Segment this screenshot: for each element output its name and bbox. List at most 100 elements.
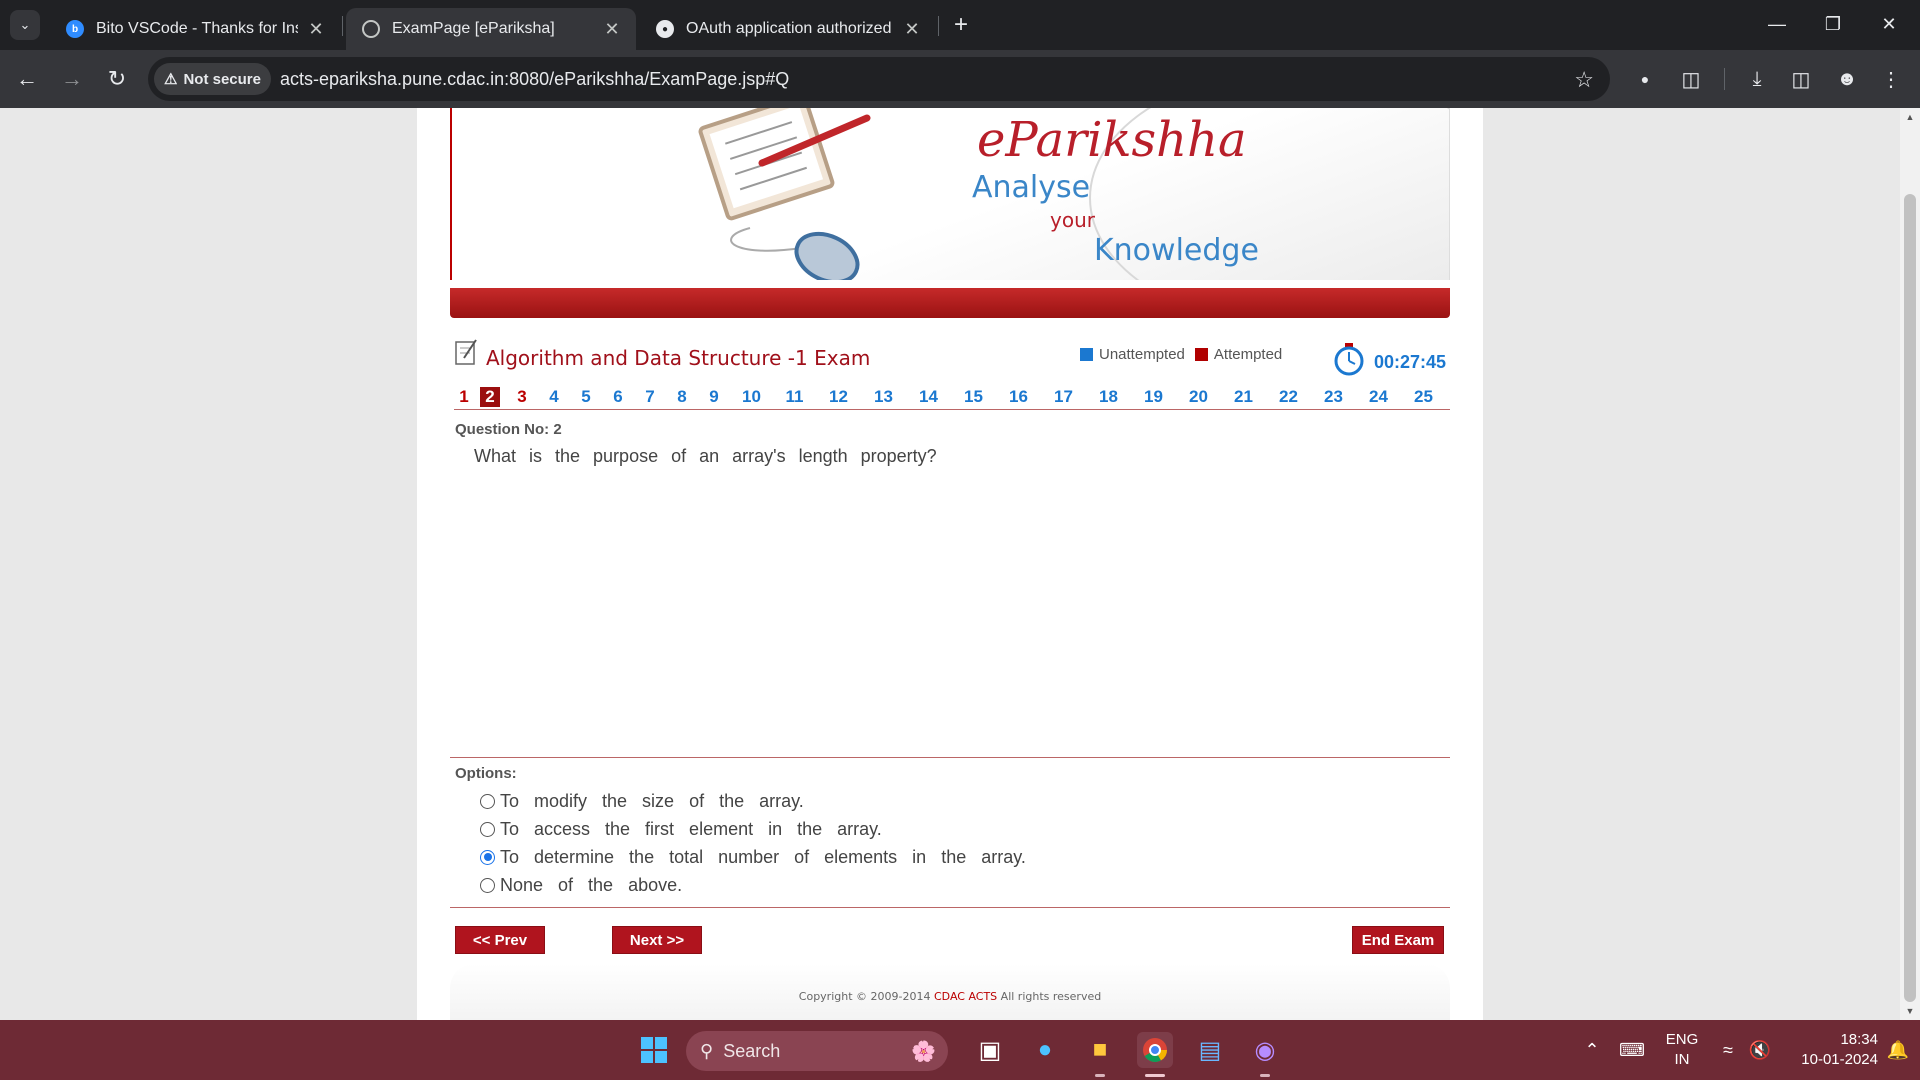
address-bar[interactable]: ⚠ Not secure acts-epariksha.pune.cdac.in…	[148, 57, 1610, 101]
question-link-3[interactable]: 3	[517, 387, 526, 407]
end-exam-button[interactable]: End Exam	[1352, 926, 1444, 954]
scroll-down-arrow-icon[interactable]: ▼	[1900, 1002, 1920, 1020]
question-link-19[interactable]: 19	[1144, 387, 1163, 407]
question-link-17[interactable]: 17	[1054, 387, 1073, 407]
windows-start-icon[interactable]	[636, 1032, 672, 1068]
clock-time: 18:34	[1840, 1031, 1878, 1048]
back-arrow-icon[interactable]: ←	[10, 62, 44, 96]
incognito-extension-icon[interactable]: ●	[1630, 64, 1660, 94]
keyboard-icon[interactable]: ⌨	[1614, 1032, 1650, 1068]
question-link-2[interactable]: 2	[480, 386, 500, 407]
question-link-13[interactable]: 13	[874, 387, 893, 407]
side-panel-icon[interactable]: ◫	[1786, 64, 1816, 94]
restore-icon[interactable]: ❐	[1805, 0, 1861, 48]
question-link-slot: 8	[666, 387, 698, 407]
question-link-24[interactable]: 24	[1369, 387, 1388, 407]
tab-separator	[342, 16, 343, 36]
option-radio[interactable]	[480, 877, 495, 893]
banner-red-strip	[450, 288, 1450, 318]
option-radio[interactable]	[480, 821, 495, 837]
question-link-16[interactable]: 16	[1009, 387, 1028, 407]
minimize-icon[interactable]: —	[1749, 0, 1805, 48]
exam-header: Algorithm and Data Structure -1 Exam Una…	[454, 336, 1450, 376]
running-indicator	[1260, 1074, 1270, 1077]
reload-icon[interactable]: ↻	[100, 62, 134, 96]
question-link-slot: 14	[906, 387, 951, 407]
option-radio[interactable]	[480, 793, 495, 809]
github-desktop-icon[interactable]: ◉	[1247, 1032, 1283, 1068]
taskbar-search-box[interactable]: ⚲ Search 🌸	[686, 1031, 948, 1071]
show-hidden-icons-chevron-icon[interactable]: ⌃	[1574, 1032, 1610, 1068]
stopwatch-icon	[1334, 343, 1364, 376]
options-divider	[450, 907, 1450, 908]
question-link-slot: 7	[634, 387, 666, 407]
option-radio[interactable]	[480, 849, 495, 865]
task-view-icon[interactable]: ▣	[972, 1032, 1008, 1068]
question-link-22[interactable]: 22	[1279, 387, 1298, 407]
page-scrollbar[interactable]: ▲ ▼	[1900, 108, 1920, 1020]
edge-browser-icon[interactable]: ●	[1027, 1032, 1063, 1068]
tab-oauth[interactable]: ● OAuth application authorized ✕	[640, 8, 936, 50]
question-link-11[interactable]: 11	[786, 387, 804, 407]
extensions-puzzle-icon[interactable]: ◫	[1676, 64, 1706, 94]
option-row[interactable]: None of the above.	[480, 871, 1026, 899]
scroll-up-arrow-icon[interactable]: ▲	[1900, 108, 1920, 126]
question-link-4[interactable]: 4	[549, 387, 558, 407]
question-link-15[interactable]: 15	[964, 387, 983, 407]
scroll-thumb[interactable]	[1904, 194, 1916, 1002]
question-link-9[interactable]: 9	[709, 387, 718, 407]
question-link-1[interactable]: 1	[459, 387, 468, 407]
menu-kebab-icon[interactable]: ⋮	[1876, 64, 1906, 94]
prev-button[interactable]: << Prev	[455, 926, 545, 954]
wifi-icon[interactable]: ≈	[1710, 1032, 1746, 1068]
notepad-icon[interactable]: ▤	[1192, 1032, 1228, 1068]
question-link-12[interactable]: 12	[829, 387, 848, 407]
question-link-20[interactable]: 20	[1189, 387, 1208, 407]
question-link-slot: 12	[816, 387, 861, 407]
notification-bell-icon[interactable]: 🔔	[1880, 1032, 1916, 1068]
close-tab-icon[interactable]: ✕	[602, 19, 622, 40]
question-link-18[interactable]: 18	[1099, 387, 1118, 407]
close-tab-icon[interactable]: ✕	[902, 19, 922, 40]
option-row[interactable]: To determine the total number of element…	[480, 843, 1026, 871]
active-indicator	[1145, 1074, 1165, 1077]
chrome-icon[interactable]	[1137, 1032, 1173, 1068]
globe-icon	[362, 20, 380, 38]
question-link-slot: 4	[538, 387, 570, 407]
question-link-10[interactable]: 10	[742, 387, 761, 407]
option-row[interactable]: To access the first element in the array…	[480, 815, 1026, 843]
question-link-23[interactable]: 23	[1324, 387, 1343, 407]
profile-avatar-icon[interactable]: ☻	[1832, 64, 1862, 94]
forward-arrow-icon[interactable]: →	[55, 62, 89, 96]
file-explorer-icon[interactable]: ■	[1082, 1032, 1118, 1068]
clock[interactable]: 18:34 10-01-2024	[1784, 1030, 1878, 1070]
bookmark-star-icon[interactable]: ☆	[1574, 67, 1594, 93]
download-icon[interactable]: ⤓	[1742, 64, 1772, 94]
option-row[interactable]: To modify the size of the array.	[480, 787, 1026, 815]
question-link-slot: 18	[1086, 387, 1131, 407]
question-link-6[interactable]: 6	[613, 387, 622, 407]
question-link-21[interactable]: 21	[1234, 387, 1253, 407]
epariksha-banner: eParikshha Analyse your Knowledge	[450, 108, 1450, 280]
question-link-14[interactable]: 14	[919, 387, 938, 407]
close-tab-icon[interactable]: ✕	[306, 19, 326, 40]
question-number-label: Question No: 2	[455, 421, 562, 438]
volume-muted-icon[interactable]: 🔇	[1742, 1032, 1778, 1068]
legend-attempted-label: Attempted	[1213, 346, 1283, 363]
language-indicator[interactable]: ENG IN	[1664, 1030, 1700, 1070]
next-button[interactable]: Next >>	[612, 926, 702, 954]
question-link-7[interactable]: 7	[645, 387, 654, 407]
close-window-icon[interactable]: ✕	[1861, 0, 1917, 48]
tab-bito[interactable]: b Bito VSCode - Thanks for Install ✕	[50, 8, 340, 50]
tab-search-dropdown-icon[interactable]: ⌄	[10, 10, 40, 40]
question-link-5[interactable]: 5	[581, 387, 590, 407]
tab-exampage[interactable]: ExamPage [ePariksha] ✕	[346, 8, 636, 50]
url-text[interactable]: acts-epariksha.pune.cdac.in:8080/ePariks…	[280, 69, 789, 90]
tab-title: Bito VSCode - Thanks for Install	[96, 20, 298, 37]
question-link-slot: 3	[506, 387, 538, 407]
new-tab-plus-icon[interactable]: +	[946, 10, 976, 40]
security-chip[interactable]: ⚠ Not secure	[154, 63, 271, 95]
question-link-8[interactable]: 8	[677, 387, 686, 407]
browser-toolbar: ← → ↻ ⚠ Not secure acts-epariksha.pune.c…	[0, 50, 1920, 108]
question-link-25[interactable]: 25	[1414, 387, 1433, 407]
